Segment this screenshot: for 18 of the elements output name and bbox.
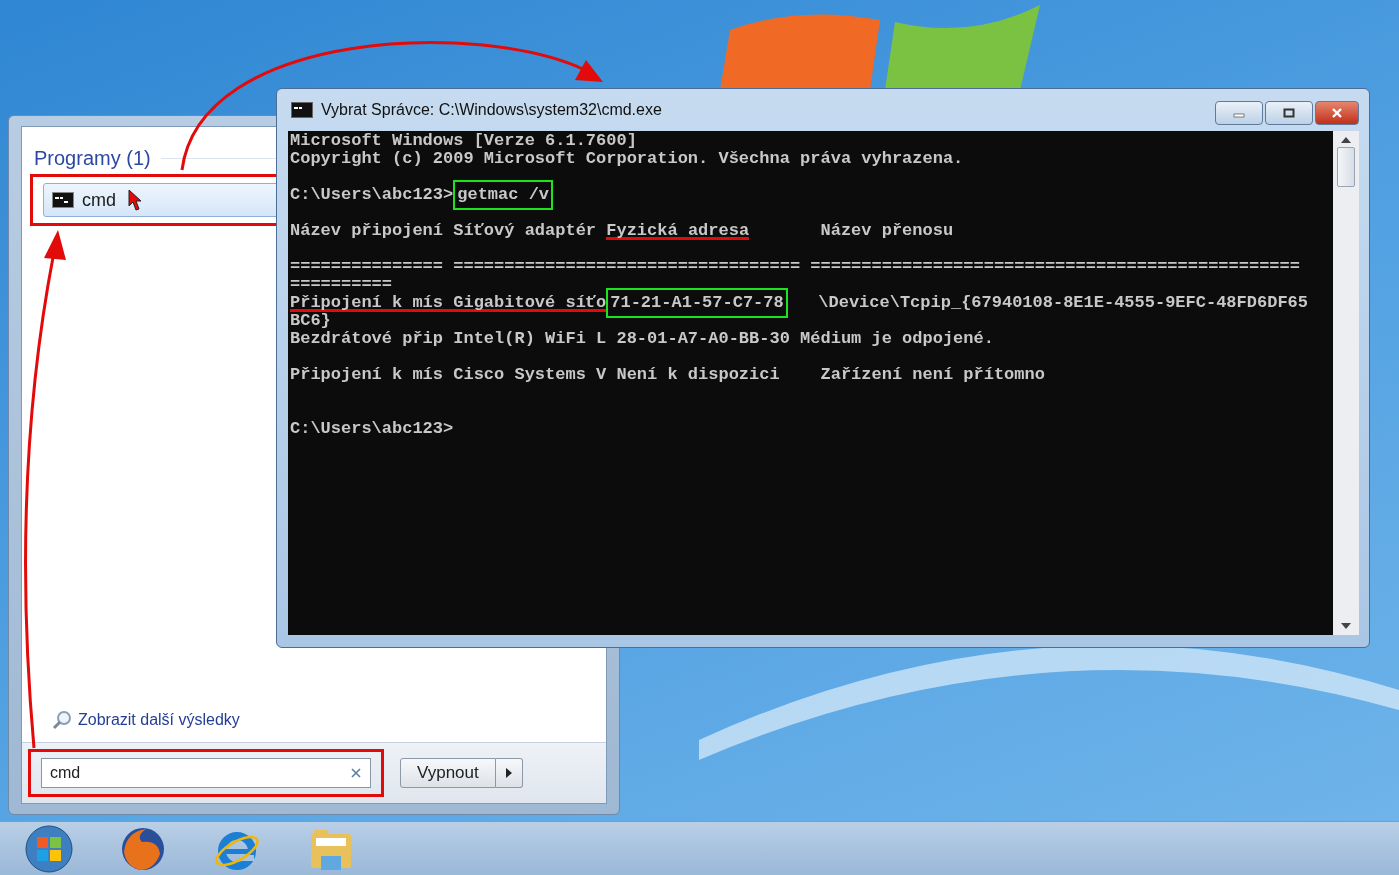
console-text: BC6} [290, 312, 331, 330]
boxed-console-text: getmac /v [453, 180, 554, 210]
underlined-console-text: Fyzická adresa [606, 222, 750, 240]
console-text: Název připojení Síťový adaptér [290, 222, 598, 240]
console-text: Copyright (c) 2009 Microsoft Corporation. Všechna práva vyhrazena. [290, 150, 964, 168]
boxed-console-text: 71-21-A1-57-C7-78 [606, 288, 788, 318]
console-text: C:\Users\abc123> [290, 186, 454, 204]
console-text: C:\Users\abc123> [290, 420, 454, 438]
console-text: Bezdrátové přip Intel(R) WiFi L 28-01-A7-A0-BB-30 Médium je odpojené. [290, 330, 994, 348]
underlined-console-text: Připojení k mís Gigabitové síťo [290, 294, 607, 312]
console-text: =============== ================================== ================================================ [290, 258, 1300, 276]
console-text: Microsoft Windows [Verze 6.1.7600] [290, 132, 637, 150]
console-text: Připojení k mís Cisco Systems V Není k dispozici Zařízení není přítomno [290, 366, 1045, 384]
console-text: ========== [290, 276, 393, 294]
section-title: Programy (1) [34, 147, 151, 170]
window-title: Vybrat Správce: C:\Windows\system32\cmd.exe [321, 101, 663, 119]
console-text: Název přenosu [819, 222, 954, 240]
console-text: \Device\Tcpip_{67940108-8E1E-4555-9EFC-48FD6DF65 [817, 294, 1308, 312]
